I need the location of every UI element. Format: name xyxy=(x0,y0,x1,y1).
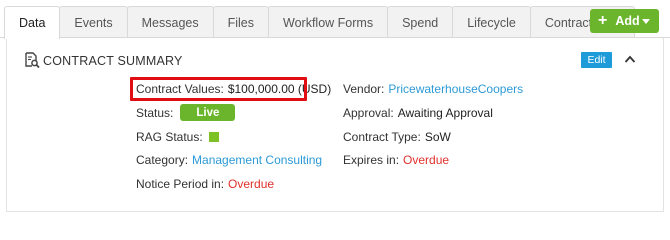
status-badge: Live xyxy=(180,104,236,121)
expires-in-field: Expires in: Overdue xyxy=(343,153,449,167)
expires-in-label: Expires in: xyxy=(343,153,400,167)
rag-status-field: RAG Status: xyxy=(136,130,219,144)
status-field: Status: Live xyxy=(136,104,236,121)
category-link[interactable]: Management Consulting xyxy=(192,153,322,167)
section-title: CONTRACT SUMMARY xyxy=(43,54,183,68)
tab-lifecycle[interactable]: Lifecycle xyxy=(452,6,531,38)
expires-in-value: Overdue xyxy=(403,153,450,167)
category-field: Category: Management Consulting xyxy=(136,153,322,167)
notice-period-field: Notice Period in: Overdue xyxy=(136,177,274,191)
tab-list: Data Events Messages Files Workflow Form… xyxy=(4,6,635,39)
tab-workflow-forms[interactable]: Workflow Forms xyxy=(268,6,389,38)
approval-label: Approval: xyxy=(343,106,394,120)
tab-files[interactable]: Files xyxy=(212,6,270,38)
approval-value: Awaiting Approval xyxy=(397,106,493,120)
contract-type-field: Contract Type: SoW xyxy=(343,130,451,144)
vendor-label: Vendor: xyxy=(343,82,385,96)
contract-summary-panel: CONTRACT SUMMARY Edit xyxy=(6,38,664,212)
notice-period-label: Notice Period in: xyxy=(136,177,225,191)
category-label: Category: xyxy=(136,153,189,167)
vendor-field: Vendor: PricewaterhouseCoopers xyxy=(343,82,523,96)
add-button-label: Add xyxy=(615,14,640,28)
contract-values-highlight xyxy=(130,77,307,101)
caret-down-icon xyxy=(642,19,650,24)
tab-events[interactable]: Events xyxy=(59,6,128,38)
contract-type-value: SoW xyxy=(424,130,451,144)
edit-button[interactable]: Edit xyxy=(581,52,612,68)
document-search-icon xyxy=(25,52,40,68)
vendor-link[interactable]: PricewaterhouseCoopers xyxy=(388,82,523,96)
tab-messages[interactable]: Messages xyxy=(126,6,214,38)
contract-type-label: Contract Type: xyxy=(343,130,421,144)
status-label: Status: xyxy=(136,105,174,120)
chevron-up-icon[interactable] xyxy=(624,54,636,64)
rag-status-indicator xyxy=(208,132,219,142)
tab-spend[interactable]: Spend xyxy=(387,6,454,38)
add-button[interactable]: + Add xyxy=(590,9,659,33)
notice-period-value: Overdue xyxy=(228,177,275,191)
rag-status-label: RAG Status: xyxy=(136,130,203,144)
plus-icon: + xyxy=(598,12,608,29)
tab-data[interactable]: Data xyxy=(4,6,61,39)
approval-field: Approval: Awaiting Approval xyxy=(343,106,493,120)
tab-bar: Data Events Messages Files Workflow Form… xyxy=(0,0,670,39)
